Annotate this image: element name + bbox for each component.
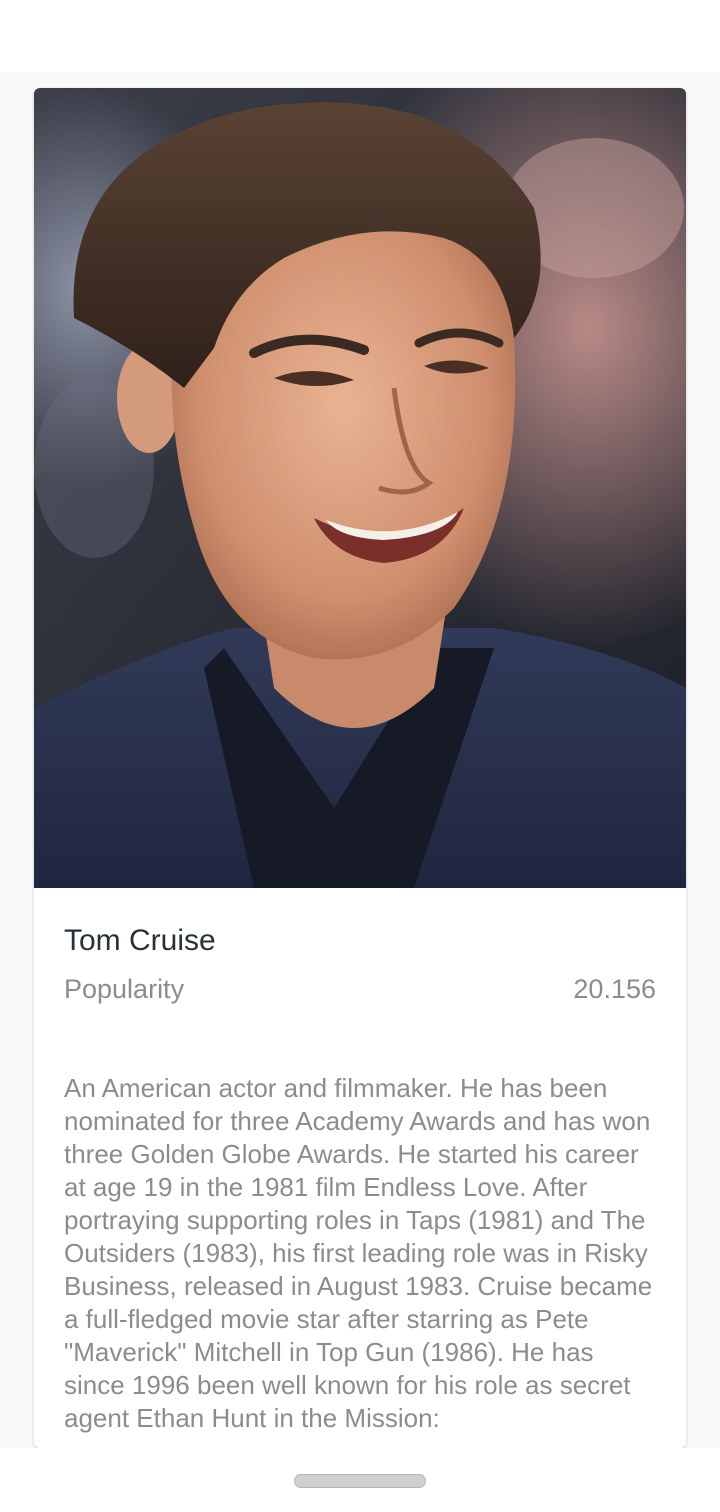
profile-photo [34,88,686,888]
bottom-nav-bar [0,1448,720,1512]
status-bar [0,0,720,72]
home-gesture-handle[interactable] [294,1474,426,1488]
popularity-row: Popularity 20.156 [64,972,656,1006]
person-card: Tom Cruise Popularity 20.156 An American… [34,88,686,1448]
person-info: Tom Cruise Popularity 20.156 An American… [64,888,656,1435]
popularity-value: 20.156 [573,974,656,1004]
popularity-label: Popularity [64,974,185,1004]
biography-text: An American actor and filmmaker. He has … [64,1073,653,1433]
person-name: Tom Cruise [64,924,216,957]
